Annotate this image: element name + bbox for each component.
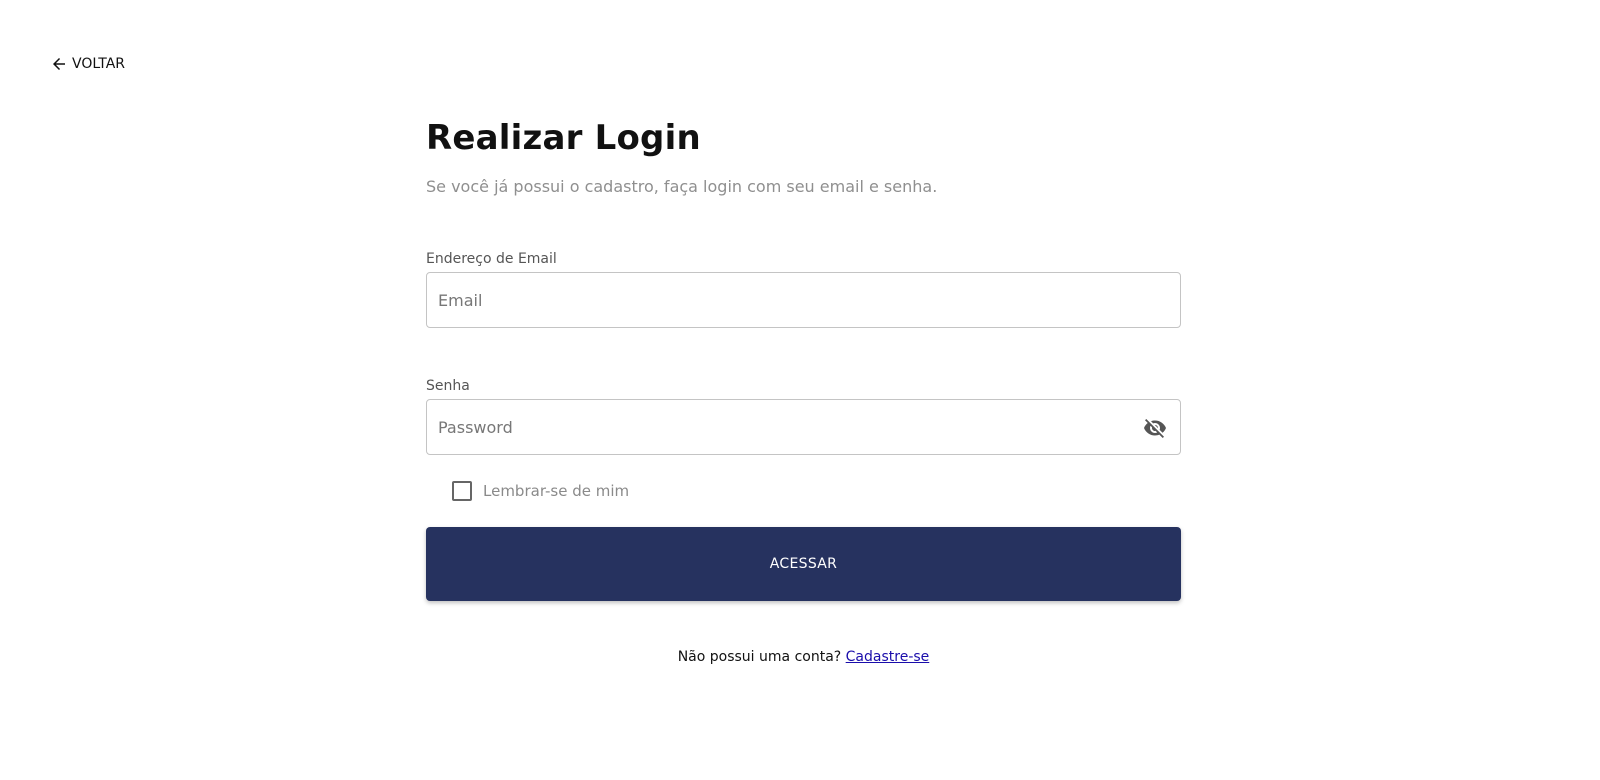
signup-link[interactable]: Cadastre-se bbox=[846, 649, 930, 665]
signup-row: Não possui uma conta? Cadastre-se bbox=[426, 649, 1181, 665]
back-link-label: VOLTAR bbox=[72, 56, 125, 72]
email-label: Endereço de Email bbox=[426, 251, 557, 267]
remember-me-label: Lembrar-se de mim bbox=[483, 482, 630, 500]
remember-me-row: Lembrar-se de mim bbox=[452, 479, 1181, 503]
eye-off-icon[interactable] bbox=[1142, 415, 1168, 441]
password-field-box bbox=[426, 399, 1181, 455]
email-field-box bbox=[426, 272, 1181, 328]
page-title: Realizar Login bbox=[426, 118, 701, 158]
password-label: Senha bbox=[426, 378, 470, 394]
arrow-left-icon bbox=[50, 55, 68, 73]
login-page: VOLTAR Realizar Login Se você já possui … bbox=[0, 0, 1600, 780]
back-link[interactable]: VOLTAR bbox=[50, 55, 125, 73]
submit-button[interactable]: ACESSAR bbox=[426, 527, 1181, 601]
signup-prompt: Não possui uma conta? bbox=[677, 649, 846, 665]
remember-me-checkbox[interactable] bbox=[452, 481, 472, 501]
page-subtitle: Se você já possui o cadastro, faça login… bbox=[426, 177, 938, 196]
password-input[interactable] bbox=[427, 400, 1180, 454]
email-input[interactable] bbox=[427, 273, 1180, 327]
login-form: Realizar Login Se você já possui o cadas… bbox=[426, 116, 1181, 665]
